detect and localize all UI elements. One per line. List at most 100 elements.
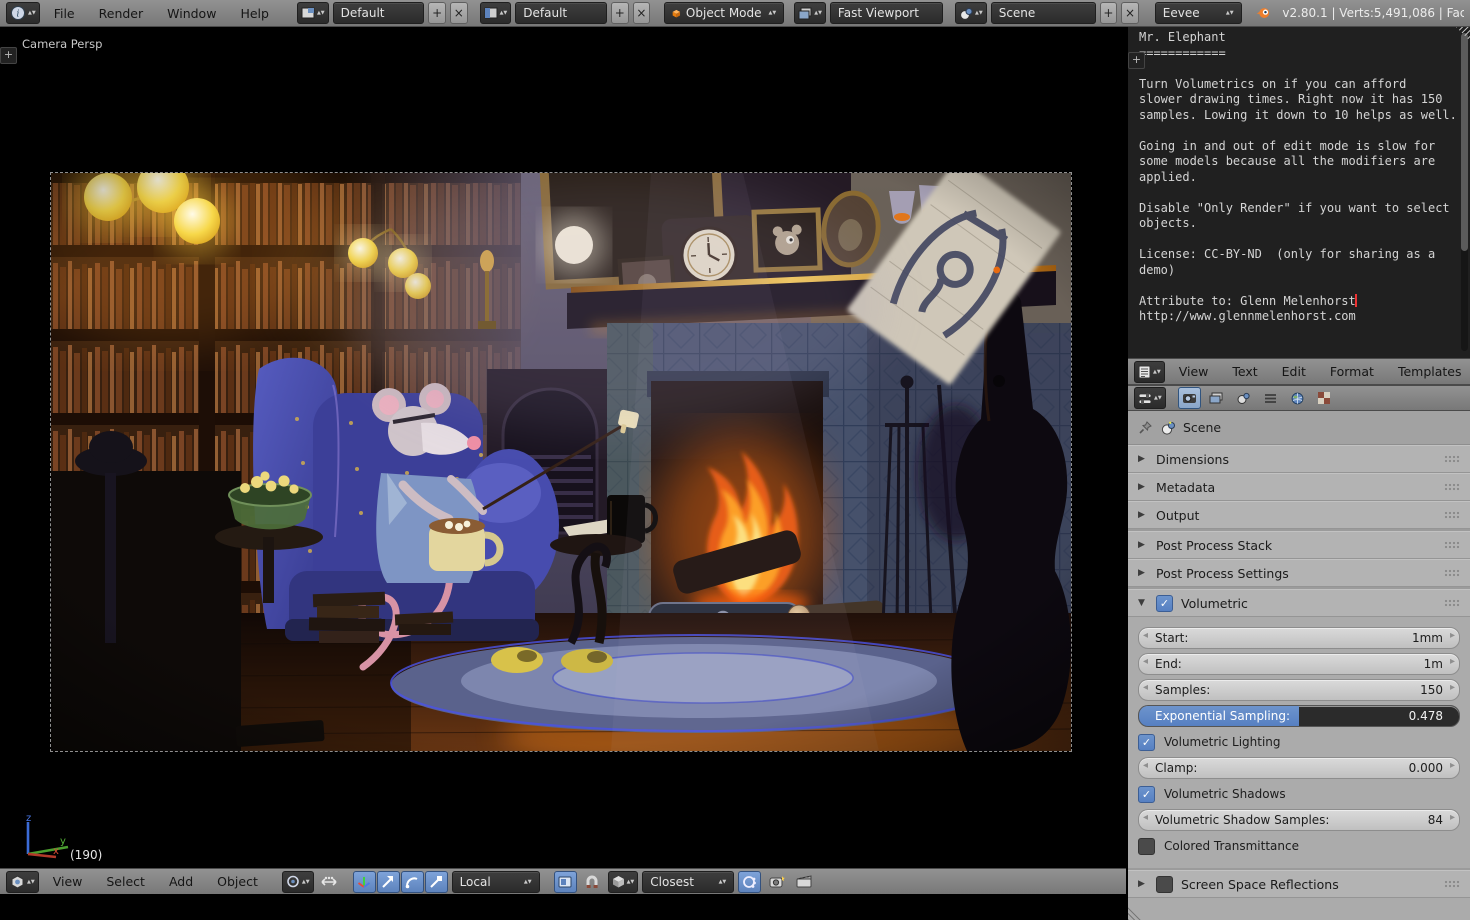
- editor-type-3d-view-button[interactable]: ▲▼: [6, 871, 39, 893]
- render-opengl-button[interactable]: [765, 871, 788, 893]
- volumetric-lighting-row[interactable]: ✓ Volumetric Lighting: [1138, 731, 1460, 753]
- text-panel-expand-button[interactable]: +: [1128, 52, 1145, 69]
- volumetric-start-slider[interactable]: ◂ Start: 1mm ▸: [1138, 627, 1460, 649]
- tab-render-layers[interactable]: [1205, 387, 1228, 409]
- text-editor[interactable]: Mr. Elephant ============ Turn Volumetri…: [1128, 27, 1470, 358]
- panel-drag-grip[interactable]: [1444, 455, 1460, 463]
- snap-target-dropdown[interactable]: Closest ▲▼: [642, 871, 734, 893]
- scale-manipulator-button[interactable]: [425, 871, 448, 893]
- scene-icon-button[interactable]: ▲▼: [955, 2, 987, 24]
- scene-field[interactable]: Scene: [991, 2, 1096, 24]
- axis-y-label: y: [60, 836, 66, 847]
- ssr-enable-checkbox[interactable]: ✓: [1156, 876, 1173, 893]
- tab-scene[interactable]: [1232, 387, 1255, 409]
- volumetric-shadows-checkbox[interactable]: ✓: [1138, 786, 1155, 803]
- editor-type-info-button[interactable]: i ▲▼: [6, 2, 40, 24]
- clamp-slider[interactable]: ◂ Clamp: 0.000 ▸: [1138, 757, 1460, 779]
- text-menu-templates[interactable]: Templates: [1388, 364, 1470, 379]
- snap-peel-object-button[interactable]: [738, 871, 761, 893]
- manipulator-toggle-button[interactable]: [353, 871, 376, 893]
- render-border-button[interactable]: [554, 871, 577, 893]
- text-scrollbar-thumb[interactable]: [1461, 33, 1468, 251]
- volumetric-end-slider[interactable]: ◂ End: 1m ▸: [1138, 653, 1460, 675]
- panel-screen-space-reflections[interactable]: ▶ ✓ Screen Space Reflections: [1128, 870, 1470, 898]
- snap-element-button[interactable]: ▲▼: [608, 871, 639, 893]
- mode-dropdown[interactable]: Object Mode ▲▼: [664, 2, 784, 24]
- shading-field[interactable]: Fast Viewport: [830, 2, 943, 24]
- menu-help[interactable]: Help: [230, 6, 279, 21]
- volumetric-shadow-samples-slider[interactable]: ◂ Volumetric Shadow Samples: 84 ▸: [1138, 809, 1460, 831]
- panel-drag-grip[interactable]: [1444, 569, 1460, 577]
- text-menu-view[interactable]: View: [1169, 364, 1219, 379]
- panel-drag-grip[interactable]: [1444, 880, 1460, 888]
- panel-output[interactable]: ▶ Output: [1128, 501, 1470, 529]
- menu-object[interactable]: Object: [207, 874, 268, 889]
- render-animation-button[interactable]: [792, 871, 815, 893]
- panel-volumetric-header[interactable]: ▼ ✓ Volumetric: [1128, 589, 1470, 617]
- menu-select[interactable]: Select: [96, 874, 155, 889]
- slider-right-arrow-icon[interactable]: ▸: [1450, 656, 1455, 667]
- panel-drag-grip[interactable]: [1444, 599, 1460, 607]
- volumetric-enable-checkbox[interactable]: ✓: [1156, 595, 1173, 612]
- editor-type-text-button[interactable]: ▲▼: [1134, 361, 1165, 383]
- volumetric-lighting-checkbox[interactable]: ✓: [1138, 734, 1155, 751]
- scene-layout-close-button[interactable]: ×: [633, 2, 651, 24]
- panel-post-process-stack[interactable]: ▶ Post Process Stack: [1128, 531, 1470, 559]
- screen-layout-close-button[interactable]: ×: [450, 2, 468, 24]
- scene-layout-icon-button[interactable]: ▲▼: [480, 2, 512, 24]
- snap-toggle-button[interactable]: [581, 871, 604, 893]
- screen-layout-icon-button[interactable]: ▲▼: [297, 2, 329, 24]
- volumetric-samples-slider[interactable]: ◂ Samples: 150 ▸: [1138, 679, 1460, 701]
- slider-left-arrow-icon[interactable]: ◂: [1143, 656, 1148, 667]
- panel-drag-grip[interactable]: [1444, 483, 1460, 491]
- editor-type-properties-button[interactable]: ▲▼: [1134, 387, 1166, 409]
- text-menu-text[interactable]: Text: [1222, 364, 1267, 379]
- colored-transmittance-checkbox[interactable]: ✓: [1138, 838, 1155, 855]
- scene-layout-add-button[interactable]: +: [611, 2, 629, 24]
- slider-left-arrow-icon[interactable]: ◂: [1143, 630, 1148, 641]
- text-menu-edit[interactable]: Edit: [1272, 364, 1316, 379]
- menu-file[interactable]: File: [44, 6, 85, 21]
- transform-orientation-dropdown[interactable]: Local ▲▼: [452, 871, 540, 893]
- menu-window[interactable]: Window: [157, 6, 226, 21]
- 3d-viewport[interactable]: Camera Persp + z y x (190) ▲▼ View Selec…: [0, 27, 1126, 894]
- exponential-sampling-slider[interactable]: Exponential Sampling: 0.478: [1138, 705, 1460, 727]
- tab-render[interactable]: [1178, 387, 1201, 409]
- menu-render[interactable]: Render: [89, 6, 154, 21]
- menu-add[interactable]: Add: [159, 874, 203, 889]
- pin-icon[interactable]: [1138, 420, 1153, 435]
- text-scrollbar[interactable]: [1461, 31, 1468, 351]
- slider-left-arrow-icon[interactable]: ◂: [1143, 812, 1148, 823]
- slider-right-arrow-icon[interactable]: ▸: [1450, 682, 1455, 693]
- slider-right-arrow-icon[interactable]: ▸: [1450, 760, 1455, 771]
- slider-left-arrow-icon[interactable]: ◂: [1143, 760, 1148, 771]
- panel-metadata[interactable]: ▶ Metadata: [1128, 473, 1470, 501]
- engine-dropdown[interactable]: Eevee ▲▼: [1155, 2, 1242, 24]
- pivot-point-button[interactable]: ▲▼: [282, 871, 314, 893]
- toolshelf-expand-button[interactable]: +: [0, 47, 17, 64]
- colored-transmittance-row[interactable]: ✓ Colored Transmittance: [1138, 835, 1460, 857]
- manipulate-center-points-button[interactable]: [318, 871, 341, 893]
- panel-post-process-settings[interactable]: ▶ Post Process Settings: [1128, 559, 1470, 587]
- menu-view[interactable]: View: [43, 874, 93, 889]
- panel-drag-grip[interactable]: [1444, 511, 1460, 519]
- rotate-manipulator-button[interactable]: [401, 871, 424, 893]
- shading-icon-button[interactable]: ▲▼: [794, 2, 826, 24]
- slider-right-arrow-icon[interactable]: ▸: [1450, 630, 1455, 641]
- text-menu-format[interactable]: Format: [1320, 364, 1384, 379]
- slider-right-arrow-icon[interactable]: ▸: [1450, 812, 1455, 823]
- panel-drag-grip[interactable]: [1444, 541, 1460, 549]
- slider-left-arrow-icon[interactable]: ◂: [1143, 682, 1148, 693]
- tab-texture[interactable]: [1313, 387, 1336, 409]
- scene-add-button[interactable]: +: [1100, 2, 1118, 24]
- translate-manipulator-button[interactable]: [377, 871, 400, 893]
- scene-close-button[interactable]: ×: [1121, 2, 1139, 24]
- screen-layout-add-button[interactable]: +: [428, 2, 446, 24]
- tab-world[interactable]: [1286, 387, 1309, 409]
- properties-resize-grip[interactable]: [1128, 904, 1144, 920]
- screen-layout-field[interactable]: Default: [333, 2, 425, 24]
- tab-view-layer[interactable]: [1259, 387, 1282, 409]
- volumetric-shadows-row[interactable]: ✓ Volumetric Shadows: [1138, 783, 1460, 805]
- scene-layout-field[interactable]: Default: [515, 2, 607, 24]
- panel-dimensions[interactable]: ▶ Dimensions: [1128, 445, 1470, 473]
